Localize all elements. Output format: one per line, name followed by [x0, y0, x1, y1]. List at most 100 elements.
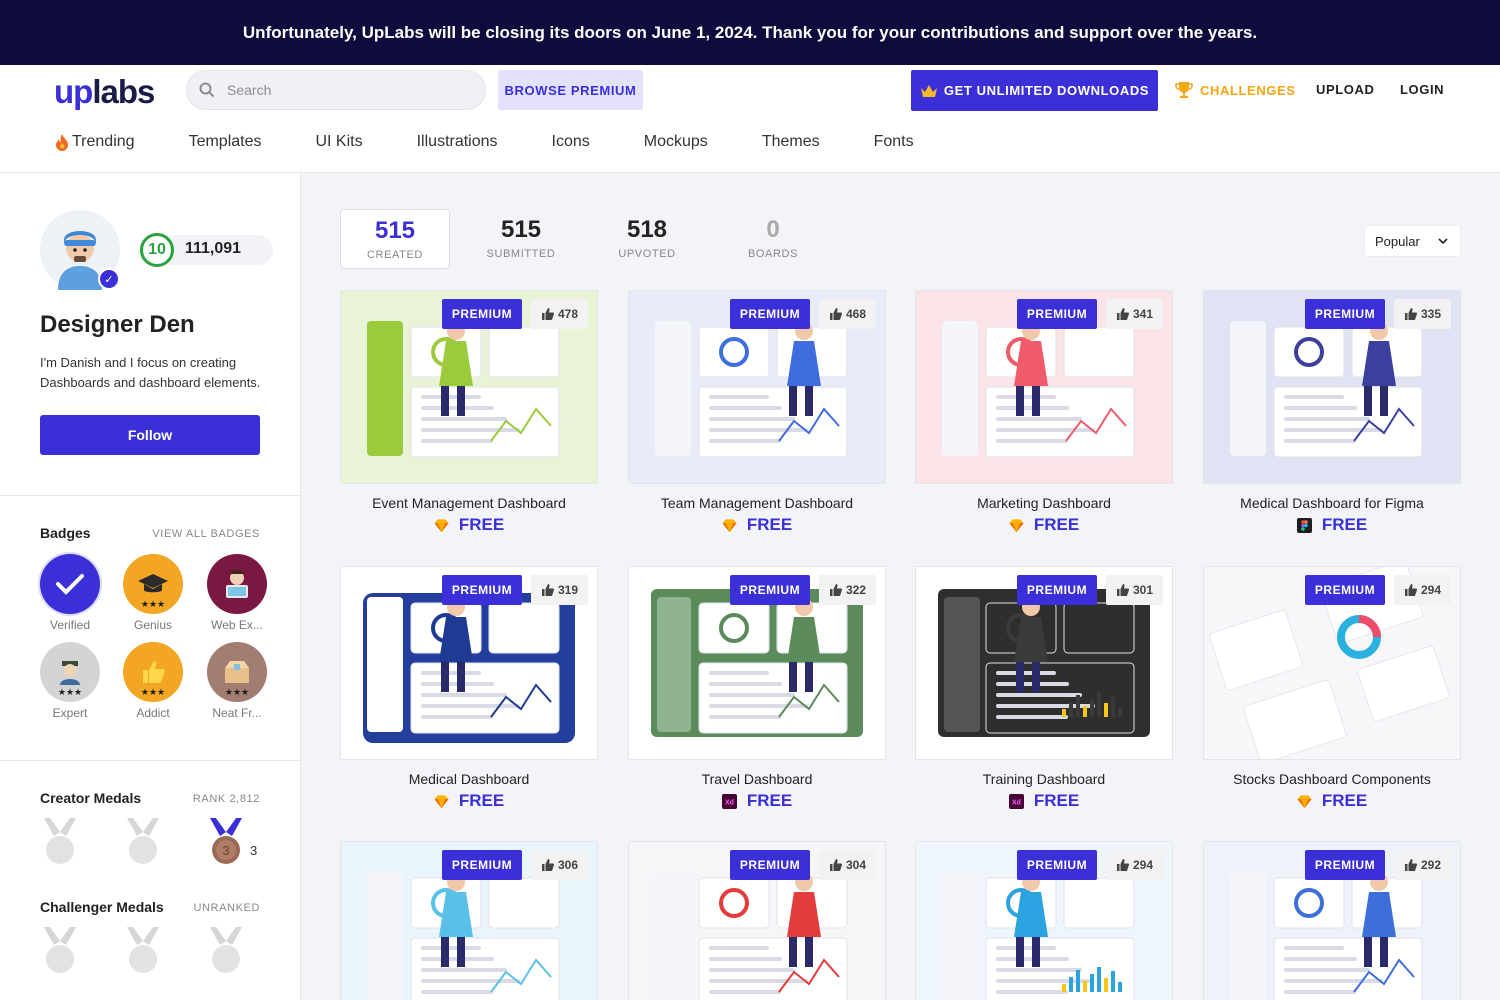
profile-name: Designer Den: [40, 311, 195, 338]
like-button[interactable]: 294: [1106, 850, 1163, 880]
badge-expert[interactable]: ★★★ Expert: [40, 642, 100, 720]
premium-badge: PREMIUM: [442, 299, 522, 329]
badge-label: Web Ex...: [211, 618, 263, 632]
badge-addict[interactable]: ★★★ Addict: [123, 642, 183, 720]
shot-title[interactable]: Travel Dashboard: [628, 771, 886, 787]
thumbs-up-icon: [1404, 584, 1418, 596]
category-fonts[interactable]: Fonts: [874, 133, 914, 151]
category-trending[interactable]: Trending: [54, 133, 135, 151]
like-button[interactable]: 304: [819, 850, 876, 880]
tab-boards[interactable]: 0 BOARDS: [718, 209, 828, 269]
shot-card[interactable]: PREMIUM 319 Medical Dashboard FREE: [340, 566, 598, 812]
shot-thumbnail[interactable]: PREMIUM 319: [340, 566, 598, 760]
view-all-badges-link[interactable]: VIEW ALL BADGES: [152, 528, 260, 540]
category-ui-kits[interactable]: UI Kits: [315, 133, 362, 151]
thumbs-up-icon: [829, 859, 843, 871]
silver-medal-empty-icon: [123, 927, 163, 975]
like-count: 468: [845, 307, 867, 321]
sort-select[interactable]: Popular: [1365, 226, 1460, 256]
shot-thumbnail[interactable]: PREMIUM 301: [915, 566, 1173, 760]
category-illustrations[interactable]: Illustrations: [417, 133, 498, 151]
shot-card[interactable]: PREMIUM 294: [915, 841, 1173, 1000]
shot-title[interactable]: Medical Dashboard: [340, 771, 598, 787]
stat-number: 515: [374, 217, 416, 244]
badge-genius[interactable]: ★★★ Genius: [123, 554, 183, 632]
shot-card[interactable]: PREMIUM 304: [628, 841, 886, 1000]
bronze-medal-icon: 3: [206, 818, 246, 866]
like-button[interactable]: 292: [1394, 850, 1451, 880]
like-button[interactable]: 301: [1106, 575, 1163, 605]
category-templates[interactable]: Templates: [189, 133, 262, 151]
shot-card[interactable]: PREMIUM 322 Travel Dashboard Xd FREE: [628, 566, 886, 812]
premium-badge: PREMIUM: [1305, 575, 1385, 605]
shot-thumbnail[interactable]: PREMIUM 304: [628, 841, 886, 1000]
uplabs-logo[interactable]: uplabs: [54, 73, 155, 111]
shot-card[interactable]: PREMIUM 301 Training Dashboard Xd FREE: [915, 566, 1173, 812]
points-count: 111,091: [185, 240, 242, 257]
avatar[interactable]: ✓: [40, 210, 120, 290]
shot-thumbnail[interactable]: PREMIUM 306: [340, 841, 598, 1000]
like-button[interactable]: 294: [1394, 575, 1451, 605]
stat-label: CREATED: [367, 249, 423, 261]
price-label: FREE: [1321, 791, 1368, 810]
badge-verified[interactable]: Verified: [40, 554, 100, 632]
price-label: FREE: [746, 791, 793, 810]
shot-title[interactable]: Marketing Dashboard: [915, 495, 1173, 511]
like-button[interactable]: 478: [531, 299, 588, 329]
badge-web-expert[interactable]: Web Ex...: [207, 554, 267, 632]
like-count: 322: [845, 583, 867, 597]
shot-thumbnail[interactable]: PREMIUM 322: [628, 566, 886, 760]
thumbs-up-icon: [541, 859, 555, 871]
shot-card[interactable]: PREMIUM 335 Medical Dashboard for Figma FRE…: [1203, 290, 1461, 536]
category-icons[interactable]: Icons: [552, 133, 590, 151]
thumbs-up-icon: [1116, 859, 1130, 871]
shot-title[interactable]: Training Dashboard: [915, 771, 1173, 787]
shot-title[interactable]: Team Management Dashboard: [628, 495, 886, 511]
adobe-xd-icon: Xd: [1008, 793, 1024, 809]
login-link[interactable]: LOGIN: [1400, 82, 1444, 97]
shot-thumbnail[interactable]: PREMIUM 335: [1203, 290, 1461, 484]
follow-button[interactable]: Follow: [40, 415, 260, 455]
like-button[interactable]: 306: [531, 850, 588, 880]
badge-neat-freak[interactable]: ★★★ Neat Fr...: [207, 642, 267, 720]
shot-title[interactable]: Medical Dashboard for Figma: [1203, 495, 1461, 511]
tab-upvoted[interactable]: 518 UPVOTED: [592, 209, 702, 269]
shot-card[interactable]: PREMIUM 468 Team Management Dashboard FREE: [628, 290, 886, 536]
shot-thumbnail[interactable]: PREMIUM 468: [628, 290, 886, 484]
shot-card[interactable]: PREMIUM 306: [340, 841, 598, 1000]
shot-card[interactable]: PREMIUM 341 Marketing Dashboard FREE: [915, 290, 1173, 536]
shot-title[interactable]: Stocks Dashboard Components: [1203, 771, 1461, 787]
tab-created[interactable]: 515 CREATED: [340, 209, 450, 269]
like-button[interactable]: 468: [819, 299, 876, 329]
get-unlimited-downloads-button[interactable]: GET UNLIMITED DOWNLOADS: [911, 70, 1158, 111]
price-label: FREE: [1033, 515, 1080, 534]
shot-card[interactable]: PREMIUM 292: [1203, 841, 1461, 1000]
sketch-icon: [1297, 794, 1312, 808]
browse-premium-button[interactable]: BROWSE PREMIUM: [498, 70, 643, 110]
thumbs-up-icon: [541, 308, 555, 320]
search-input[interactable]: [227, 82, 467, 98]
shot-title[interactable]: Event Management Dashboard: [340, 495, 598, 511]
shot-card[interactable]: PREMIUM 294 Stocks Dashboard Components FRE…: [1203, 566, 1461, 812]
challenger-medals-title: Challenger Medals: [40, 899, 164, 915]
shot-thumbnail[interactable]: PREMIUM 341: [915, 290, 1173, 484]
thumbs-up-icon: [1404, 308, 1418, 320]
like-button[interactable]: 319: [531, 575, 588, 605]
shot-thumbnail[interactable]: PREMIUM 294: [1203, 566, 1461, 760]
search-box[interactable]: [186, 70, 486, 110]
upload-link[interactable]: UPLOAD: [1316, 82, 1375, 97]
tab-submitted[interactable]: 515 SUBMITTED: [466, 209, 576, 269]
category-themes[interactable]: Themes: [762, 133, 820, 151]
shot-thumbnail[interactable]: PREMIUM 292: [1203, 841, 1461, 1000]
like-button[interactable]: 335: [1394, 299, 1451, 329]
shot-thumbnail[interactable]: PREMIUM 478: [340, 290, 598, 484]
like-button[interactable]: 341: [1106, 299, 1163, 329]
like-button[interactable]: 322: [819, 575, 876, 605]
stat-label: BOARDS: [747, 248, 799, 260]
shot-card[interactable]: PREMIUM 478 Event Management Dashboard FREE: [340, 290, 598, 536]
shot-thumbnail[interactable]: PREMIUM 294: [915, 841, 1173, 1000]
thumbs-up-icon: ★★★: [123, 642, 183, 702]
challenges-link[interactable]: CHALLENGES: [1174, 77, 1296, 103]
like-count: 294: [1420, 583, 1442, 597]
category-mockups[interactable]: Mockups: [644, 133, 708, 151]
